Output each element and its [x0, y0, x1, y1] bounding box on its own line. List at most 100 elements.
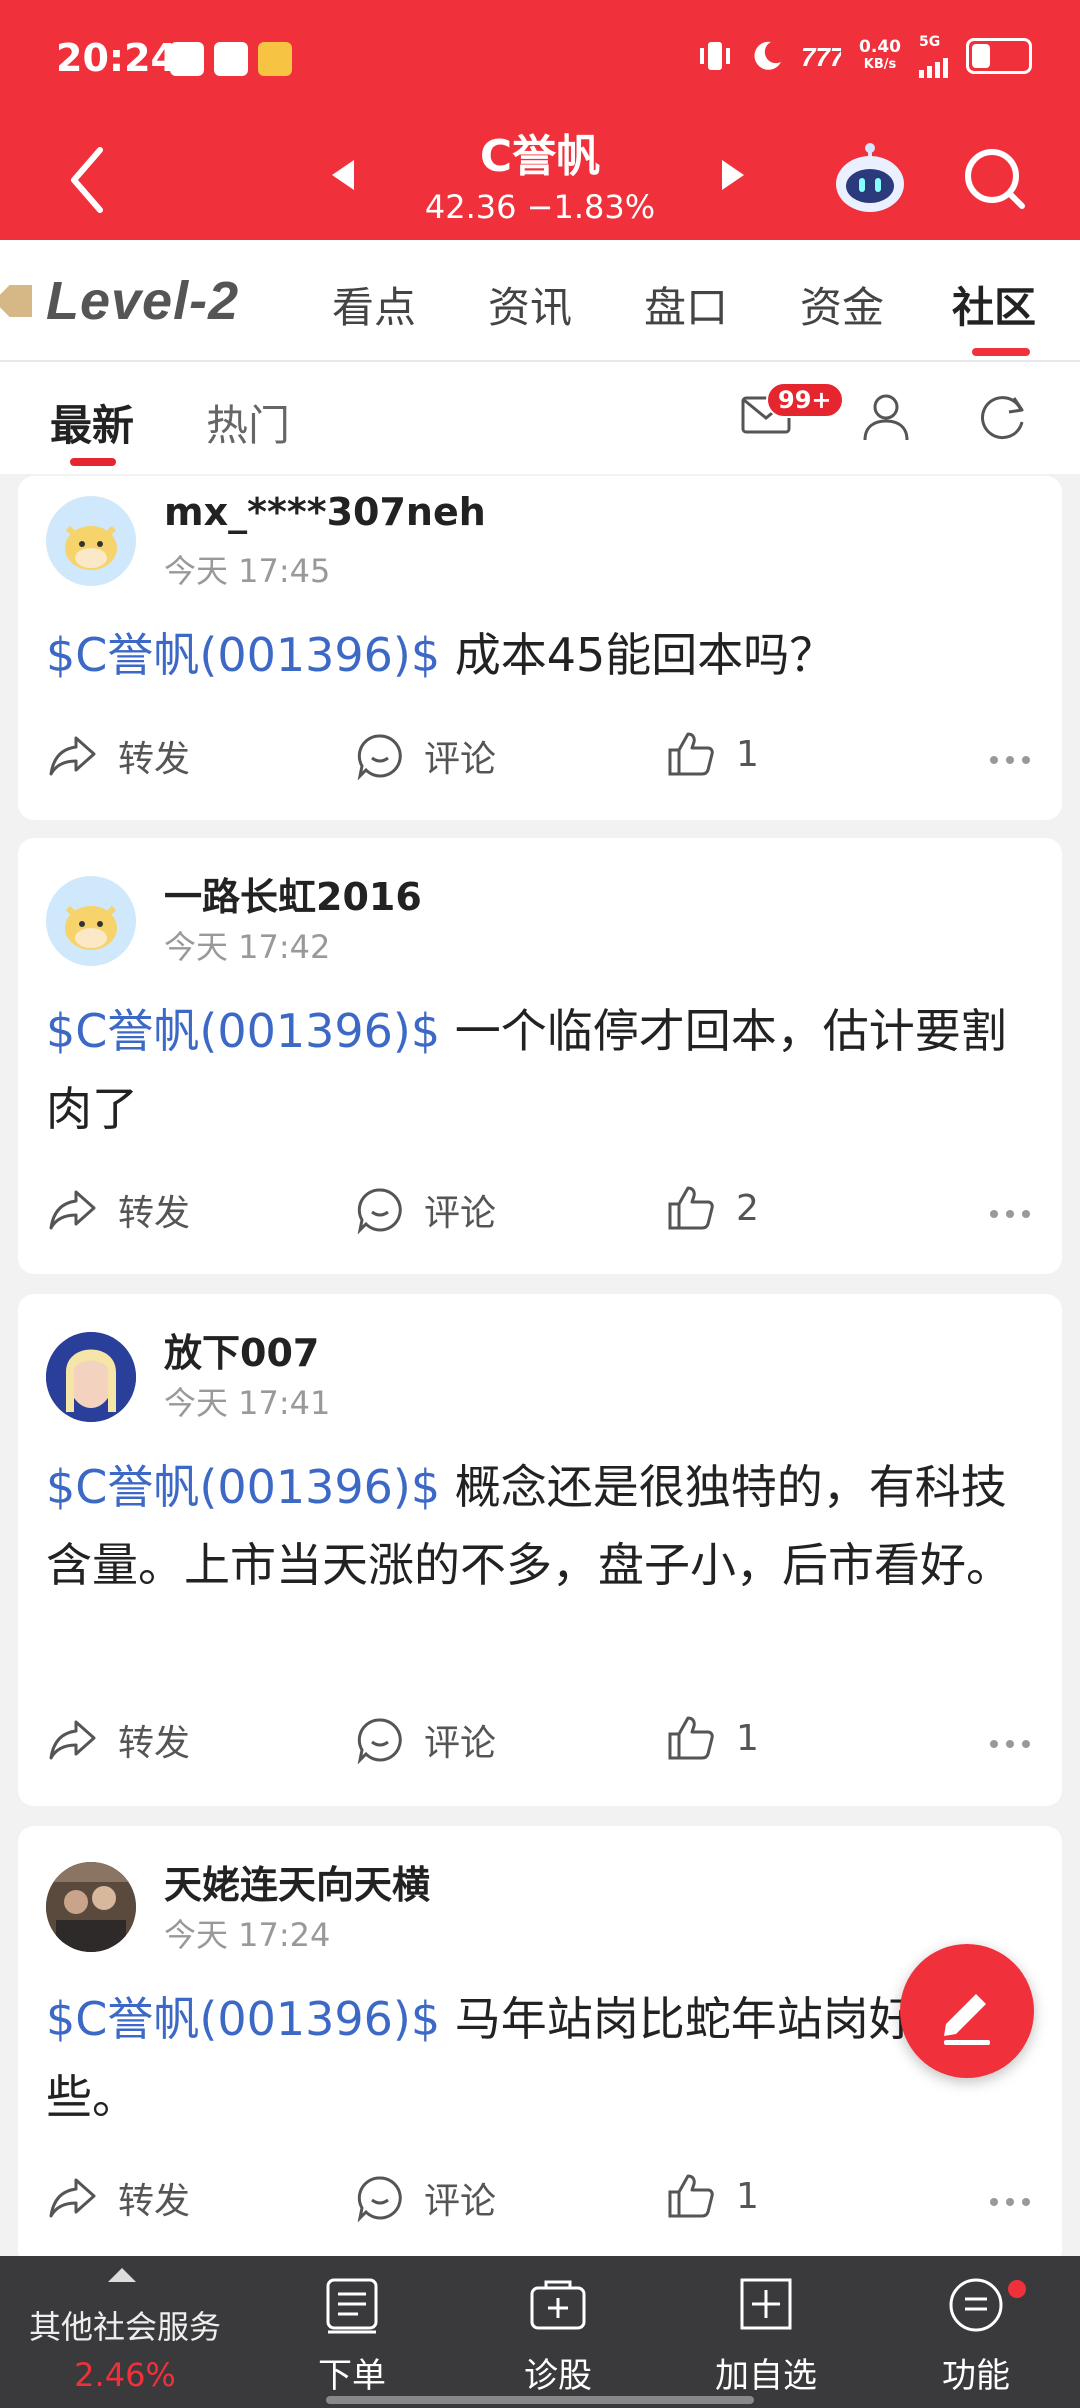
diagnose-stock-button[interactable]: 诊股	[478, 2276, 638, 2397]
comment-button[interactable]: 评论	[356, 730, 496, 782]
avatar[interactable]	[46, 1862, 136, 1952]
more-options-icon[interactable]	[990, 756, 1030, 764]
more-options-icon[interactable]	[990, 1210, 1030, 1218]
stock-quote: 42.36 −1.83%	[424, 188, 656, 226]
level2-label: Level-2	[46, 271, 240, 331]
pencil-icon	[944, 1994, 990, 2045]
status-time: 20:24	[56, 36, 177, 80]
refresh-icon[interactable]	[976, 390, 1030, 444]
stock-tag-link[interactable]: $C誉帆(001396)$	[46, 1992, 440, 2046]
vibrate-icon	[700, 42, 731, 70]
repost-label: 转发	[118, 739, 191, 780]
net-speed-value: 0.40	[859, 37, 901, 57]
portrait-avatar-icon	[46, 1332, 136, 1422]
thumbs-up-icon	[668, 2174, 714, 2218]
repost-label: 转发	[118, 2181, 191, 2222]
tab-funds[interactable]: 资金	[800, 274, 884, 335]
post-time: 今天 17:24	[164, 1916, 331, 1954]
compose-post-button[interactable]	[900, 1944, 1034, 2078]
comment-icon	[357, 1188, 402, 1234]
tab-highlights[interactable]: 看点	[332, 274, 416, 335]
post-content[interactable]: $C誉帆(001396)$ 一个临停才回本，估计要割肉了	[46, 992, 1036, 1148]
plus-square-icon	[740, 2278, 792, 2330]
moon-icon	[754, 41, 782, 70]
post-card[interactable]: 放下007 今天 17:41 $C誉帆(001396)$ 概念还是很独特的，有科…	[18, 1294, 1062, 1806]
post-time: 今天 17:41	[164, 1384, 331, 1422]
signal-icon	[919, 50, 948, 78]
subtab-indicator	[70, 458, 116, 466]
user-icon[interactable]	[860, 390, 912, 442]
cow-avatar-icon	[65, 905, 117, 950]
next-stock-icon[interactable]	[720, 158, 746, 192]
robot-assistant-icon[interactable]	[830, 140, 910, 220]
like-button[interactable]: 1	[666, 730, 759, 778]
diagnose-icon	[530, 2280, 586, 2330]
like-button[interactable]: 1	[666, 2172, 759, 2220]
notification-dot	[1008, 2280, 1026, 2298]
functions-button[interactable]: 功能	[896, 2276, 1056, 2397]
post-content[interactable]: $C誉帆(001396)$ 马年站岗比蛇年站岗好一些。	[46, 1980, 1036, 2136]
order-button[interactable]: 下单	[272, 2276, 432, 2397]
status-right: 777 0.40 KB/s 5G	[697, 34, 1032, 78]
post-username[interactable]: mx_****307neh	[164, 490, 486, 534]
order-label: 下单	[318, 2356, 386, 2396]
post-content[interactable]: $C誉帆(001396)$ 成本45能回本吗？	[46, 616, 1036, 694]
post-actions: 转发 评论 1	[18, 730, 1062, 790]
subtab-latest[interactable]: 最新	[50, 392, 134, 453]
sector-label: 其他社会服务	[28, 2308, 221, 2346]
subtab-hot[interactable]: 热门	[206, 392, 290, 453]
repost-button[interactable]: 转发	[48, 1714, 190, 1766]
like-button[interactable]: 2	[666, 1184, 759, 1232]
repost-button[interactable]: 转发	[48, 2172, 190, 2224]
menu-circle-icon	[949, 2278, 1003, 2332]
comment-icon	[357, 2176, 402, 2222]
add-watchlist-button[interactable]: 加自选	[686, 2276, 846, 2397]
home-indicator[interactable]	[326, 2396, 754, 2404]
post-time: 今天 17:45	[164, 552, 331, 590]
hd-call-icon: 777	[801, 42, 841, 70]
comment-button[interactable]: 评论	[356, 2172, 496, 2224]
search-icon[interactable]	[960, 144, 1030, 214]
status-bar: 20:24 777 0.40 KB/s 5G	[0, 0, 1080, 120]
other-sector-button[interactable]: 其他社会服务 2.46%	[0, 2256, 250, 2408]
stock-tag-link[interactable]: $C誉帆(001396)$	[46, 628, 440, 682]
add-watchlist-label: 加自选	[715, 2356, 817, 2396]
repost-button[interactable]: 转发	[48, 730, 190, 782]
like-count: 2	[736, 1187, 759, 1229]
avatar[interactable]	[46, 1332, 136, 1422]
share-icon	[49, 1720, 96, 1760]
post-card[interactable]: mx_****307neh 今天 17:45 $C誉帆(001396)$ 成本4…	[18, 476, 1062, 820]
post-username[interactable]: 天姥连天向天横	[164, 1854, 430, 1909]
post-content[interactable]: $C誉帆(001396)$ 概念还是很独特的，有科技含量。上市当天涨的不多，盘子…	[46, 1448, 1036, 1604]
post-card[interactable]: 一路长虹2016 今天 17:42 $C誉帆(001396)$ 一个临停才回本，…	[18, 838, 1062, 1274]
share-icon	[49, 736, 96, 776]
comment-button[interactable]: 评论	[356, 1714, 496, 1766]
stock-tag-link[interactable]: $C誉帆(001396)$	[46, 1004, 440, 1058]
comment-button[interactable]: 评论	[356, 1184, 496, 1236]
tab-news[interactable]: 资讯	[488, 274, 572, 335]
community-subtabs: 最新 热门 99+	[0, 362, 1080, 474]
app-notification-icon	[258, 42, 292, 76]
more-options-icon[interactable]	[990, 1740, 1030, 1748]
stock-tag-link[interactable]: $C誉帆(001396)$	[46, 1460, 440, 1514]
repost-button[interactable]: 转发	[48, 1184, 190, 1236]
avatar[interactable]	[46, 496, 136, 586]
post-actions: 转发 评论 1	[18, 1714, 1062, 1774]
repost-label: 转发	[118, 1193, 191, 1234]
like-count: 1	[736, 1717, 759, 1759]
avatar[interactable]	[46, 876, 136, 966]
tab-community[interactable]: 社区	[952, 274, 1036, 335]
thumbs-up-icon	[668, 1716, 714, 1760]
like-button[interactable]: 1	[666, 1714, 759, 1762]
post-username[interactable]: 一路长虹2016	[164, 866, 422, 921]
tab-order-book[interactable]: 盘口	[644, 274, 728, 335]
top-header: 20:24 777 0.40 KB/s 5G C誉帆 42.36 −1.83%	[0, 0, 1080, 240]
tab-level2[interactable]: Level-2	[0, 270, 239, 332]
more-options-icon[interactable]	[990, 2198, 1030, 2206]
share-icon	[49, 2178, 96, 2218]
svg-text:777: 777	[801, 42, 841, 70]
functions-label: 功能	[942, 2356, 1010, 2396]
sector-change: 2.46%	[74, 2356, 176, 2394]
signal-group: 5G	[919, 34, 948, 78]
post-username[interactable]: 放下007	[164, 1322, 319, 1377]
